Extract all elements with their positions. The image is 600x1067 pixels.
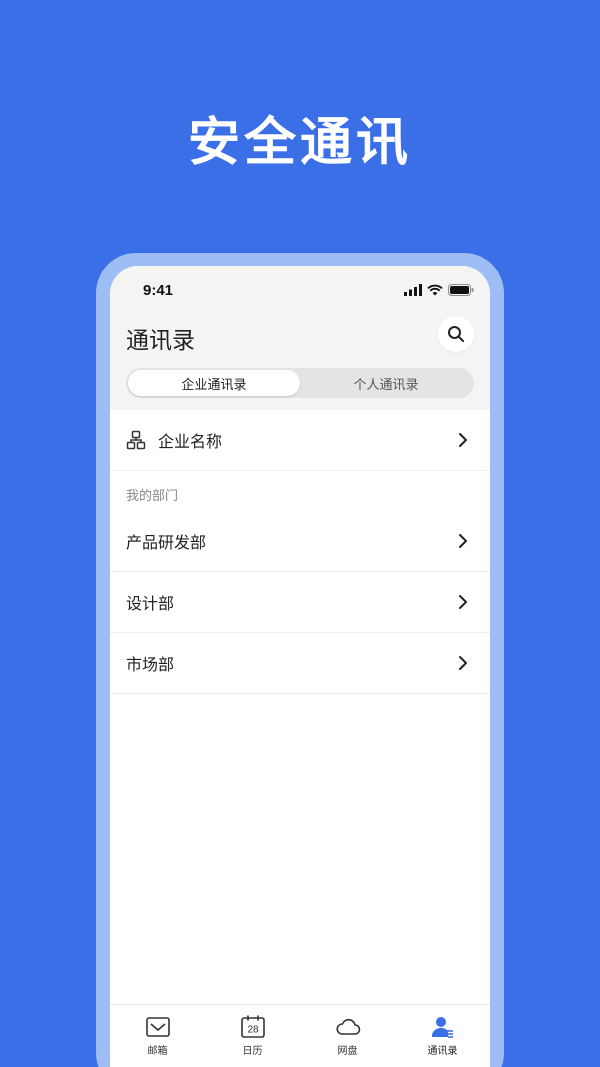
tab-personal-contacts[interactable]: 个人通讯录 (300, 370, 472, 396)
tab-label: 日历 (242, 1046, 263, 1057)
section-label-my-departments: 我的部门 (126, 489, 179, 504)
chevron-right-icon (459, 534, 467, 548)
hero-title: 安全通讯 (187, 113, 412, 173)
tab-contacts[interactable]: 通讯录 (395, 1005, 490, 1067)
chevron-right-icon (459, 433, 467, 447)
enterprise-name: 企业名称 (158, 432, 223, 451)
contacts-segmented-control: 企业通讯录 个人通讯录 (126, 368, 474, 398)
tab-enterprise-contacts[interactable]: 企业通讯录 (128, 370, 300, 396)
tab-mail[interactable]: 邮箱 (110, 1005, 205, 1067)
calendar-day-number: 28 (247, 1025, 259, 1036)
search-icon (448, 326, 464, 342)
status-time: 9:41 (143, 282, 174, 299)
calendar-icon: 28 (240, 1015, 265, 1038)
wifi-icon (427, 284, 443, 296)
tab-label: 通讯录 (427, 1046, 458, 1057)
contacts-icon (431, 1017, 453, 1038)
department-label: 产品研发部 (126, 533, 207, 552)
search-button[interactable] (438, 316, 474, 352)
chevron-right-icon (459, 656, 467, 670)
page-header: 通讯录 (126, 316, 474, 356)
department-label: 市场部 (126, 655, 175, 674)
page-title: 通讯录 (126, 328, 195, 354)
battery-icon (448, 284, 474, 296)
tab-cloud-drive[interactable]: 网盘 (300, 1005, 395, 1067)
org-chart-icon (126, 430, 146, 450)
tab-label: 网盘 (337, 1046, 358, 1057)
top-area: 9:41 通讯录 企业通讯录 个人通讯录 (110, 266, 490, 410)
status-bar: 9:41 (110, 280, 490, 300)
chevron-right-icon (459, 595, 467, 609)
department-row[interactable]: 设计部 (110, 572, 490, 633)
department-row[interactable]: 市场部 (110, 633, 490, 694)
enterprise-row[interactable]: 企业名称 (110, 410, 490, 471)
status-icons (404, 284, 474, 296)
tab-calendar[interactable]: 28 日历 (205, 1005, 300, 1067)
mail-icon (145, 1017, 170, 1037)
signal-icon (404, 284, 422, 296)
department-row[interactable]: 产品研发部 (110, 511, 490, 572)
cloud-icon (335, 1018, 360, 1035)
tab-label: 邮箱 (147, 1046, 168, 1057)
phone-screen: 9:41 通讯录 企业通讯录 个人通讯录 企业名称 我的部门 产品研发部 设计部… (110, 266, 490, 1067)
bottom-tab-bar: 邮箱 28 日历 网盘 通讯录 (110, 1004, 490, 1067)
department-label: 设计部 (126, 594, 175, 613)
